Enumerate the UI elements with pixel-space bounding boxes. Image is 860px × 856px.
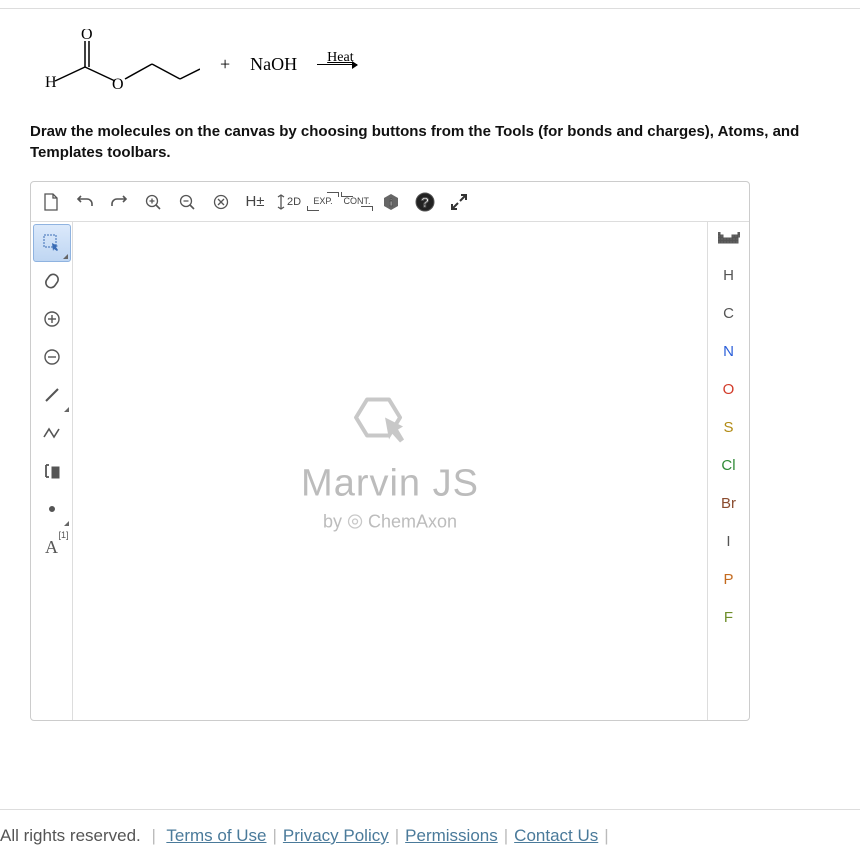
svg-text:H: H (45, 74, 57, 91)
hydrogen-toggle-button[interactable]: H± (239, 186, 271, 218)
footer-link-terms-of-use[interactable]: Terms of Use (166, 826, 266, 845)
svg-text:i: i (389, 197, 392, 209)
svg-text:O: O (112, 76, 124, 93)
left-toolbar: A [1] (31, 222, 73, 720)
group-tool-button[interactable] (33, 452, 71, 490)
chain-bond-button[interactable] (33, 414, 71, 452)
atom-cl-button[interactable]: Cl (710, 446, 748, 484)
top-toolbar: H± 2D EXP. CONT. i ? (31, 182, 749, 222)
atom-o-button[interactable]: O (710, 370, 748, 408)
zoom-out-button[interactable] (171, 186, 203, 218)
reaction-arrow: Heat (317, 64, 357, 65)
footer-link-privacy-policy[interactable]: Privacy Policy (283, 826, 389, 845)
svg-text:O: O (81, 29, 93, 43)
atom-i-button[interactable]: I (710, 522, 748, 560)
periodic-table-button[interactable] (713, 224, 745, 256)
atom-p-button[interactable]: P (710, 560, 748, 598)
svg-text:?: ? (421, 194, 430, 210)
charge-minus-button[interactable] (33, 338, 71, 376)
separator: | (504, 826, 508, 845)
chemaxon-logo-icon (347, 514, 363, 530)
exp-label: EXP. (313, 197, 332, 206)
canvas-watermark: Marvin JS by ChemAxon (301, 390, 479, 533)
cont-label: CONT. (344, 197, 371, 206)
page-footer: All rights reserved. | Terms of Use | Priv… (0, 809, 860, 846)
fullscreen-button[interactable] (443, 186, 475, 218)
undo-button[interactable] (69, 186, 101, 218)
atom-n-button[interactable]: N (710, 332, 748, 370)
reagent-label: NaOH (250, 54, 297, 75)
single-bond-button[interactable] (33, 376, 71, 414)
molecule-structure: H O O (40, 29, 200, 99)
redo-button[interactable] (103, 186, 135, 218)
selection-tool-button[interactable] (33, 224, 71, 262)
contract-group-button[interactable]: CONT. (341, 186, 373, 218)
plus-sign: + (220, 54, 230, 75)
reaction-scheme: H O O + NaOH Heat (40, 29, 830, 99)
atom-br-button[interactable]: Br (710, 484, 748, 522)
new-document-button[interactable] (35, 186, 67, 218)
company-label: ChemAxon (368, 512, 457, 532)
map-index-label: [1] (58, 530, 68, 540)
atom-h-button[interactable]: H (710, 256, 748, 294)
drawing-canvas[interactable]: Marvin JS by ChemAxon (73, 222, 707, 720)
radical-button[interactable] (33, 490, 71, 528)
atom-map-button[interactable]: A [1] (33, 528, 71, 566)
rights-text: All rights reserved. (0, 826, 141, 845)
atom-f-button[interactable]: F (710, 598, 748, 636)
help-button[interactable]: ? (409, 186, 441, 218)
separator: | (152, 826, 156, 845)
by-label: by (323, 512, 342, 532)
marvinjs-logo-icon (345, 390, 435, 460)
footer-link-permissions[interactable]: Permissions (405, 826, 498, 845)
eraser-tool-button[interactable] (33, 262, 71, 300)
atom-c-button[interactable]: C (710, 294, 748, 332)
atom-s-button[interactable]: S (710, 408, 748, 446)
2d-clean-button[interactable]: 2D (273, 186, 305, 218)
zoom-in-button[interactable] (137, 186, 169, 218)
instructions-text: Draw the molecules on the canvas by choo… (30, 121, 830, 163)
marvinjs-editor: H± 2D EXP. CONT. i ? (30, 181, 750, 721)
separator: | (273, 826, 277, 845)
2d-label: 2D (287, 196, 301, 208)
watermark-title: Marvin JS (301, 463, 479, 506)
separator: | (604, 826, 608, 845)
expand-group-button[interactable]: EXP. (307, 186, 339, 218)
zoom-reset-button[interactable] (205, 186, 237, 218)
footer-link-contact-us[interactable]: Contact Us (514, 826, 598, 845)
watermark-subtitle: by ChemAxon (301, 512, 479, 533)
atoms-toolbar: HCNOSClBrIPF (707, 222, 749, 720)
charge-plus-button[interactable] (33, 300, 71, 338)
map-a-label: A (45, 537, 58, 558)
separator: | (395, 826, 399, 845)
info-button[interactable]: i (375, 186, 407, 218)
